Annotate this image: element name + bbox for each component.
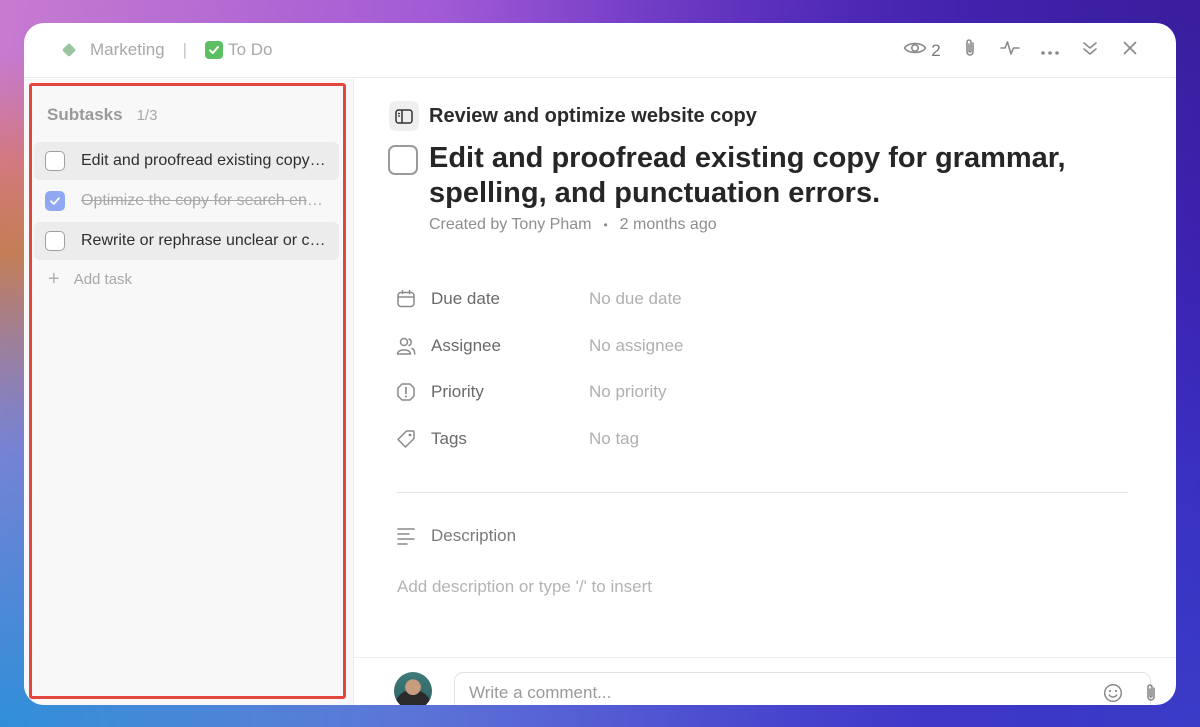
subtask-label: Rewrite or rephrase unclear or confusing… bbox=[81, 232, 326, 249]
section-divider bbox=[396, 492, 1128, 493]
add-task-label: Add task bbox=[73, 270, 133, 288]
subtask-item[interactable]: Rewrite or rephrase unclear or confusing… bbox=[34, 222, 339, 260]
description-header: Description bbox=[395, 525, 516, 547]
comment-input[interactable] bbox=[454, 672, 1151, 705]
subtasks-list: Edit and proofread existing copy for gra… bbox=[34, 142, 339, 294]
more-icon bbox=[1041, 42, 1059, 60]
field-assignee[interactable]: Assignee No assignee bbox=[395, 335, 684, 357]
breadcrumb-status[interactable]: To Do bbox=[228, 40, 272, 60]
tag-icon bbox=[395, 428, 417, 450]
created-by: Created by Tony Pham bbox=[429, 216, 592, 233]
field-tags[interactable]: Tags No tag bbox=[395, 428, 639, 450]
subtasks-title: Subtasks bbox=[47, 105, 123, 124]
breadcrumb: Marketing | To Do bbox=[24, 40, 272, 60]
more-button[interactable] bbox=[1030, 36, 1070, 66]
calendar-icon bbox=[395, 288, 417, 310]
sidebar-panel-icon bbox=[389, 101, 419, 131]
parent-task[interactable]: Review and optimize website copy bbox=[389, 101, 757, 131]
subtask-label: Optimize the copy for search engines bbox=[81, 192, 326, 209]
field-value[interactable]: No due date bbox=[589, 289, 682, 309]
status-check-icon bbox=[205, 41, 224, 59]
subtask-checkbox-checked[interactable] bbox=[45, 191, 65, 211]
field-value[interactable]: No assignee bbox=[589, 336, 684, 356]
attach-button[interactable] bbox=[950, 36, 990, 66]
task-complete-checkbox[interactable] bbox=[388, 145, 418, 175]
watchers-count: 2 bbox=[931, 40, 941, 60]
subtask-checkbox[interactable] bbox=[45, 151, 65, 171]
emoji-icon[interactable] bbox=[1102, 682, 1124, 704]
field-priority[interactable]: Priority No priority bbox=[395, 381, 666, 403]
text-lines-icon bbox=[395, 525, 417, 547]
field-value[interactable]: No priority bbox=[589, 382, 666, 402]
space-diamond-icon bbox=[61, 42, 77, 58]
task-window: Marketing | To Do 2 Subtasks 1/3 Edit an… bbox=[24, 23, 1176, 705]
add-task-button[interactable]: + Add task bbox=[34, 264, 339, 294]
check-icon bbox=[50, 197, 60, 205]
field-label: Due date bbox=[431, 289, 500, 308]
top-bar: Marketing | To Do 2 bbox=[24, 23, 1176, 78]
subtasks-sidebar: Subtasks 1/3 Edit and proofread existing… bbox=[24, 79, 354, 705]
subtask-label: Edit and proofread existing copy for gra… bbox=[81, 152, 326, 169]
plus-icon: + bbox=[48, 267, 60, 290]
description-editor[interactable]: Add description or type '/' to insert bbox=[397, 577, 652, 597]
watchers-button[interactable]: 2 bbox=[898, 36, 946, 66]
field-label: Priority bbox=[431, 382, 484, 401]
subtask-item[interactable]: Edit and proofread existing copy for gra… bbox=[34, 142, 339, 180]
close-button[interactable] bbox=[1110, 36, 1150, 66]
created-when: 2 months ago bbox=[619, 216, 717, 233]
eye-icon bbox=[903, 40, 927, 61]
comment-paperclip-icon[interactable] bbox=[1140, 682, 1162, 704]
users-icon bbox=[395, 335, 417, 357]
close-icon bbox=[1123, 41, 1137, 60]
field-due-date[interactable]: Due date No due date bbox=[395, 288, 682, 310]
collapse-button[interactable] bbox=[1070, 36, 1110, 66]
paperclip-icon bbox=[962, 38, 978, 63]
subtasks-count: 1/3 bbox=[136, 107, 158, 124]
subtask-item[interactable]: Optimize the copy for search engines bbox=[34, 182, 339, 220]
collapse-icon bbox=[1082, 40, 1098, 61]
subtask-checkbox[interactable] bbox=[45, 231, 65, 251]
breadcrumb-separator: | bbox=[182, 40, 188, 59]
avatar bbox=[394, 672, 432, 705]
task-title[interactable]: Edit and proofread existing copy for gra… bbox=[429, 141, 1109, 211]
description-label: Description bbox=[431, 526, 517, 545]
task-meta: Created by Tony Pham • 2 months ago bbox=[429, 216, 717, 234]
activity-icon bbox=[1000, 40, 1020, 61]
comment-bar bbox=[354, 657, 1176, 705]
subtasks-header: Subtasks 1/3 bbox=[47, 105, 157, 125]
priority-icon bbox=[395, 381, 417, 403]
activity-button[interactable] bbox=[990, 36, 1030, 66]
field-label: Assignee bbox=[431, 336, 501, 355]
breadcrumb-space[interactable]: Marketing bbox=[90, 40, 165, 60]
task-detail: Review and optimize website copy Edit an… bbox=[354, 79, 1176, 705]
field-value[interactable]: No tag bbox=[589, 429, 639, 449]
parent-task-title: Review and optimize website copy bbox=[429, 104, 757, 127]
field-label: Tags bbox=[431, 429, 467, 448]
top-actions: 2 bbox=[898, 23, 1150, 78]
meta-dot: • bbox=[603, 218, 608, 232]
